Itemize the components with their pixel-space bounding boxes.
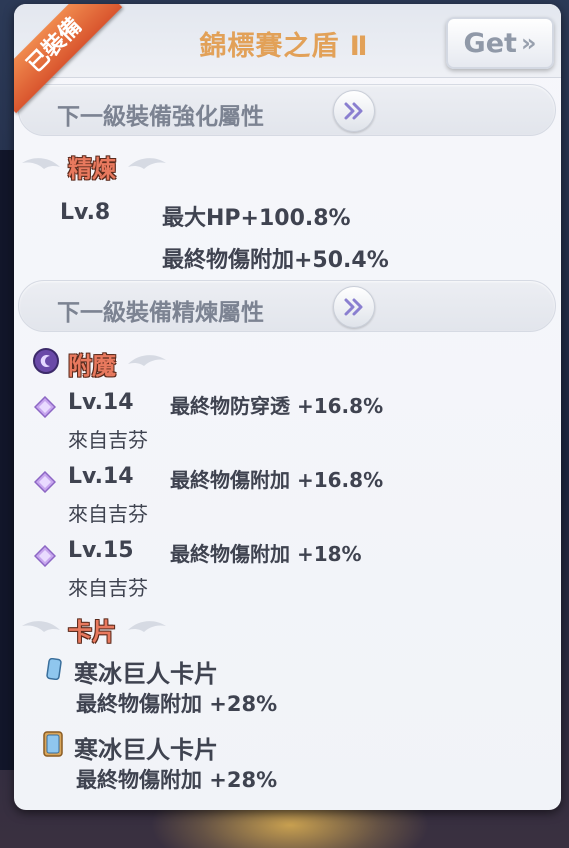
refine-stat: 最終物傷附加+50.4% <box>162 248 389 273</box>
equipped-badge: 已裝備 <box>14 4 123 114</box>
double-chevron-right-icon: » <box>520 29 537 57</box>
refine-level: Lv.8 <box>60 200 111 225</box>
next-refine-bar[interactable]: 下一級裝備精煉屬性 <box>18 280 556 332</box>
equipment-tooltip-panel: 錦標賽之盾 Ⅱ Get » 已裝備 下一級裝備強化屬性 精煉 Lv.8 最大HP… <box>14 4 561 810</box>
enchant-diamond-icon <box>34 471 56 493</box>
card-name: 寒冰巨人卡片 <box>74 736 218 764</box>
enchant-level: Lv.15 <box>68 538 134 563</box>
double-chevron-right-icon <box>344 298 363 316</box>
card-stat: 最終物傷附加 +28% <box>76 768 278 792</box>
enchant-stat: 最終物傷附加 +16.8% <box>170 468 384 492</box>
enchant-source: 來自吉芬 <box>68 576 148 600</box>
equipped-ribbon: 已裝備 <box>14 4 134 124</box>
refine-section-title: 精煉 <box>68 155 116 183</box>
cards-section-title: 卡片 <box>68 618 116 646</box>
enchant-source: 來自吉芬 <box>68 428 148 452</box>
card-name: 寒冰巨人卡片 <box>74 660 218 688</box>
right-wing-icon <box>128 355 166 366</box>
enchant-diamond-icon <box>34 396 56 418</box>
strengthen-expand-button[interactable] <box>333 90 375 132</box>
enchant-level: Lv.14 <box>68 464 134 489</box>
card-stat: 最終物傷附加 +28% <box>76 692 278 716</box>
right-wing-icon <box>128 158 166 169</box>
equipment-title: 錦標賽之盾 Ⅱ <box>199 31 369 62</box>
enchant-stat: 最終物傷附加 +18% <box>170 542 362 566</box>
refine-expand-button[interactable] <box>333 286 375 328</box>
right-wing-icon <box>128 621 166 632</box>
get-button-label: Get <box>463 27 517 59</box>
card-icon <box>46 658 62 680</box>
enchant-stat: 最終物防穿透 +16.8% <box>170 394 384 418</box>
enchant-level: Lv.14 <box>68 390 134 415</box>
card-icon <box>43 731 63 757</box>
enchant-section-title: 附魔 <box>68 352 116 380</box>
enchant-diamond-icon <box>34 545 56 567</box>
refine-stat: 最大HP+100.8% <box>162 206 351 231</box>
enchant-source: 來自吉芬 <box>68 502 148 526</box>
double-chevron-right-icon <box>344 102 363 120</box>
enchant-orb-icon <box>33 348 59 374</box>
left-wing-icon <box>22 621 60 632</box>
get-button[interactable]: Get » <box>446 17 554 69</box>
left-wing-icon <box>22 158 60 169</box>
next-refine-label: 下一級裝備精煉屬性 <box>57 300 264 326</box>
